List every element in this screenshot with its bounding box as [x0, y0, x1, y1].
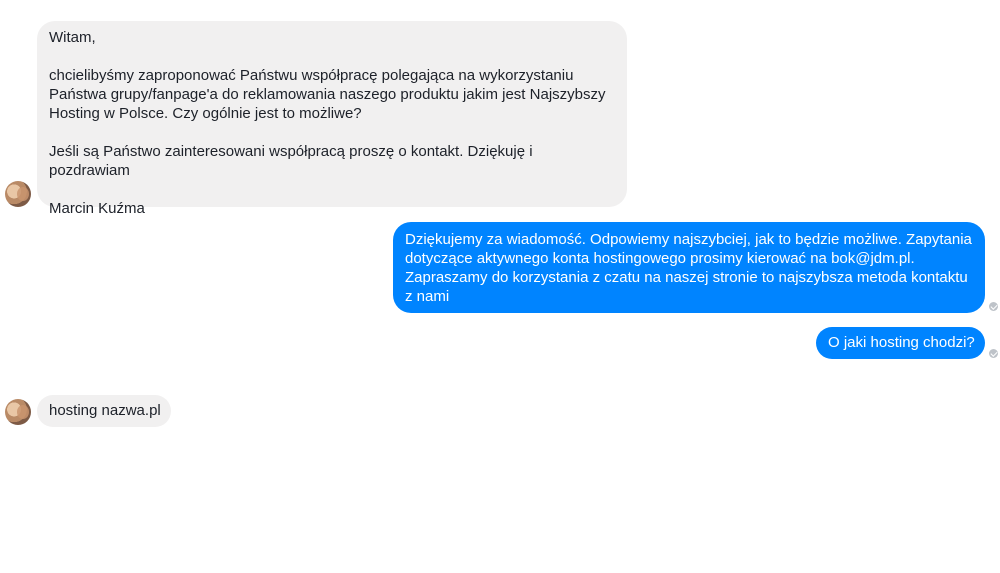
outgoing-message-bubble[interactable]: O jaki hosting chodzi?	[816, 327, 985, 359]
message-text: hosting nazwa.pl	[49, 402, 161, 419]
message-text: O jaki hosting chodzi?	[828, 334, 975, 351]
contact-avatar-icon[interactable]	[5, 181, 31, 207]
message-paragraph: chcielibyśmy zaproponować Państwu współp…	[49, 67, 606, 122]
outgoing-message-bubble[interactable]: Dziękujemy za wiadomość. Odpowiemy najsz…	[393, 222, 985, 313]
incoming-message-bubble[interactable]: Witam, chcielibyśmy zaproponować Państwu…	[37, 21, 627, 217]
message-paragraph: Witam,	[49, 29, 96, 46]
seen-check-icon	[989, 349, 998, 358]
message-text: Dziękujemy za wiadomość. Odpowiemy najsz…	[405, 231, 972, 305]
incoming-message-bubble[interactable]: hosting nazwa.pl	[37, 395, 171, 427]
seen-check-icon	[989, 302, 998, 311]
contact-avatar-icon[interactable]	[5, 399, 31, 425]
message-signature: Marcin Kuźma	[49, 200, 145, 217]
message-paragraph: Jeśli są Państwo zainteresowani współpra…	[49, 143, 533, 179]
